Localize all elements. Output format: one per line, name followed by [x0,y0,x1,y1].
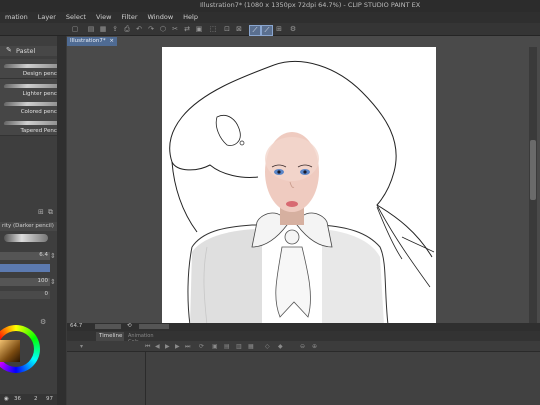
timeline-divider[interactable] [145,352,146,405]
canvas-status-bar: 64.7 ⟲ [67,323,540,331]
zoom-slider[interactable] [95,324,121,329]
transform-icon[interactable]: ⇄ [182,25,192,34]
extra-row: 0 [0,291,50,299]
title-bar: Illustration7* (1080 x 1350px 72dpi 64.7… [0,0,540,12]
brush-name: Tapered Pencil [20,128,60,134]
rotate-slider[interactable] [139,324,169,329]
status-icon: ◉ [4,396,9,402]
status-value-b: 2 [34,396,38,402]
export-icon[interactable]: ⇪ [110,25,120,34]
timeline-menu-icon[interactable]: ▾ [80,343,83,350]
brush-name: Colored pencil [20,109,60,115]
brush-stroke-preview [3,102,63,106]
menu-window[interactable]: Window [143,12,179,23]
menu-filter[interactable]: Filter [116,12,142,23]
select-all-icon[interactable]: ⬚ [208,25,218,34]
scrollbar-thumb[interactable] [530,140,536,200]
tab-timeline[interactable]: Timeline [96,332,124,341]
zoom-out-timeline-icon[interactable]: ⊖ [300,343,305,350]
new-canvas-icon[interactable]: ▢ [70,25,80,34]
brush-stroke-preview [3,84,63,88]
fill-icon[interactable]: ▣ [194,25,204,34]
snap-ruler-icon[interactable]: ⟋ [249,25,261,36]
subtool-group-label[interactable]: Pastel [16,47,35,55]
brush-name: Design pencil [22,71,60,77]
pencil-icon: ✎ [6,46,12,54]
brush-size-value: 6.4 [39,252,48,258]
menu-layer[interactable]: Layer [33,12,61,23]
canvas-paper[interactable] [162,47,436,325]
open-icon[interactable]: ▤ [86,25,96,34]
opacity-value: 100 [37,278,49,284]
snap-grid-icon[interactable]: ⊞ [274,25,284,34]
onion-skin-icon[interactable]: ▦ [248,343,254,350]
new-cel-icon[interactable]: ▣ [212,343,218,350]
close-icon[interactable]: × [109,38,114,44]
timeline-body[interactable] [67,352,540,405]
brush-size-stepper-icon[interactable]: ⇕ [50,252,56,260]
document-tab[interactable]: Illustration7* × [67,37,117,46]
menu-view[interactable]: View [91,12,116,23]
print-icon[interactable]: ⎙ [122,25,132,34]
add-subtool-icon[interactable]: ⊞ [38,208,44,216]
command-bar: ▢ ▤ ▦ ⇪ ⎙ ↶ ↷ ⬡ ✂ ⇄ ▣ ⬚ ⊡ ⊠ ⟋ ⟋ ⊞ ⚙ [0,23,540,36]
cut-icon[interactable]: ✂ [170,25,180,34]
snap-special-ruler-icon[interactable]: ⟋ [261,25,273,36]
cel-icon[interactable]: ▥ [236,343,242,350]
copy-subtool-icon[interactable]: ⧉ [48,208,53,217]
settings-icon[interactable]: ⚙ [288,25,298,34]
brush-stroke-preview [3,121,63,125]
opacity-stepper-icon[interactable]: ⇕ [50,278,56,286]
opacity-row: 100 [0,278,50,286]
brush-preview-stroke [4,234,48,242]
color-square[interactable] [0,340,20,362]
keyframe-icon[interactable]: ◇ [265,343,270,350]
status-value-c: 97 [46,396,53,402]
invert-icon[interactable]: ⊠ [234,25,244,34]
extra-value: 0 [44,291,49,297]
menu-bar: mation Layer Select View Filter Window H… [0,12,540,23]
last-frame-icon[interactable]: ⏭ [185,343,190,351]
specify-cel-icon[interactable]: ▤ [224,343,230,350]
tab-timeline-label: Timeline [99,333,123,339]
artwork [169,61,435,325]
menu-help[interactable]: Help [178,12,203,23]
brush-size-row: 6.4 [0,252,50,260]
window-title: Illustration7* (1080 x 1350px 72dpi 64.7… [200,1,421,9]
brush-size-slider[interactable] [0,264,50,272]
zoom-in-timeline-icon[interactable]: ⊕ [312,343,317,350]
redo-icon[interactable]: ↷ [146,25,156,34]
loop-icon[interactable]: ⟳ [199,343,204,350]
save-icon[interactable]: ▦ [98,25,108,34]
document-tab-label: Illustration7* [70,38,106,44]
panel-menu-icon[interactable]: ⚙ [40,318,46,326]
next-frame-icon[interactable]: ▶ [175,343,180,350]
menu-animation[interactable]: mation [0,12,33,23]
brush-stroke-preview [3,64,63,68]
menu-select[interactable]: Select [61,12,91,23]
prev-frame-icon[interactable]: ◀ [155,343,160,350]
keyframe-prev-icon[interactable]: ◆ [278,343,283,350]
clear-icon[interactable]: ⬡ [158,25,168,34]
play-icon[interactable]: ▶ [165,343,170,350]
undo-icon[interactable]: ↶ [134,25,144,34]
deselect-icon[interactable]: ⊡ [222,25,232,34]
rotate-icon[interactable]: ⟲ [127,323,132,329]
first-frame-icon[interactable]: ⏮ [145,343,150,351]
zoom-value[interactable]: 64.7 [70,323,82,329]
dock-strip [57,36,66,405]
tab-animation-cels[interactable]: Animation Cels [126,332,166,345]
status-value-a: 36 [14,396,21,402]
